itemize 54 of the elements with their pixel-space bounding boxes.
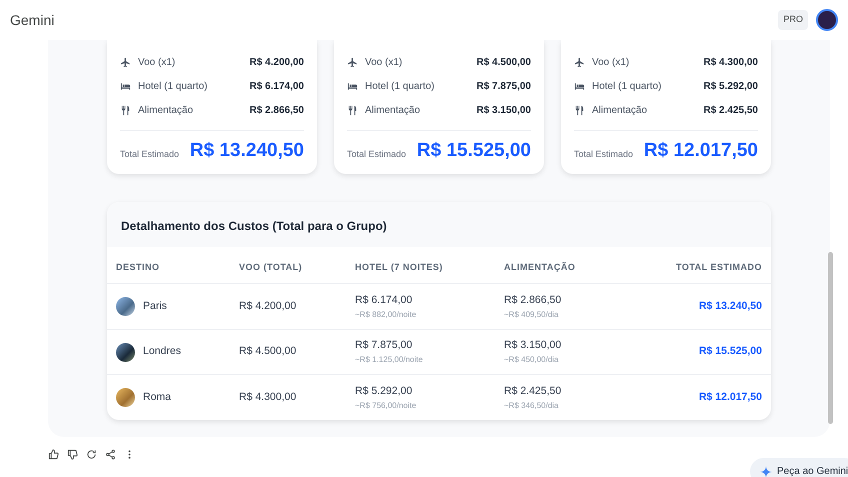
table-cell-text: R$ 2.425,50 — [504, 384, 562, 399]
total-cell-text: R$ 15.525,00 — [698, 344, 762, 360]
cost-value: R$ 3.150,00 — [476, 104, 531, 118]
cost-value: R$ 6.174,00 — [250, 80, 304, 94]
per-day-note: ~R$ 346,50/dia — [504, 400, 560, 412]
column-header: DESTINO — [116, 260, 161, 274]
table-cell-text: R$ 5.292,00 — [355, 384, 414, 399]
table-cell-text: R$ 3.150,00 — [504, 338, 562, 354]
cost-value: R$ 4.200,00 — [250, 56, 304, 70]
cost-label: Voo (x1) — [365, 56, 404, 70]
total-label: Total Estimado — [120, 148, 180, 162]
total-value: R$ 13.240,50 — [190, 141, 304, 162]
cost-value: R$ 4.300,00 — [704, 56, 758, 70]
cost-label: Hotel (1 quarto) — [138, 80, 208, 94]
cost-label: Voo (x1) — [592, 56, 630, 70]
total-cell-text: R$ 12.017,50 — [698, 390, 762, 405]
table-cell-text: R$ 2.866,50 — [504, 292, 562, 308]
column-header: ALIMENTAÇÃO — [504, 260, 576, 274]
table-cell-text: R$ 4.500,00 — [239, 344, 298, 360]
cost-value: R$ 4.500,00 — [476, 56, 531, 70]
cost-value: R$ 2.425,50 — [704, 104, 758, 118]
total-label: Total Estimado — [347, 148, 406, 162]
cost-label: Alimentação — [365, 104, 422, 118]
cost-value: R$ 5.292,00 — [704, 80, 758, 94]
cost-value: R$ 2.866,50 — [250, 104, 304, 118]
total-value: R$ 15.525,00 — [416, 141, 531, 162]
ask-gemini-button[interactable]: Peça ao Gemini — [750, 458, 848, 477]
cost-label: Alimentação — [592, 104, 648, 118]
table-cell-text: R$ 6.174,00 — [355, 292, 414, 308]
per-night-note: ~R$ 1.125,00/noite — [355, 354, 424, 366]
table-cell-text: R$ 4.200,00 — [239, 298, 298, 314]
column-header: HOTEL (7 NOITES) — [355, 260, 444, 274]
per-day-note: ~R$ 450,00/dia — [504, 354, 560, 366]
cost-label: Voo (x1) — [138, 56, 176, 70]
cost-value: R$ 7.875,00 — [476, 80, 531, 94]
column-header: TOTAL ESTIMADO — [674, 260, 762, 274]
per-day-note: ~R$ 409,50/dia — [504, 308, 560, 321]
column-header: VOO (TOTAL) — [239, 260, 304, 274]
total-value: R$ 12.017,50 — [644, 141, 758, 162]
destination-name: Roma — [143, 390, 172, 405]
destination-name: Londres — [143, 344, 181, 360]
table-cell-text: R$ 7.875,00 — [355, 338, 414, 354]
cost-label: Hotel (1 quarto) — [592, 80, 662, 94]
table-title: Detalhamento dos Custos (Total para o Grupo) — [107, 202, 771, 247]
total-label: Total Estimado — [574, 148, 634, 162]
cost-label: Alimentação — [138, 104, 194, 118]
destination-name: Paris — [143, 298, 167, 314]
plan-label: PRO — [778, 10, 808, 30]
total-cell-text: R$ 13.240,50 — [698, 298, 762, 314]
cost-label: Hotel (1 quarto) — [365, 80, 436, 94]
table-cell-text: R$ 4.300,00 — [239, 390, 298, 405]
per-night-note: ~R$ 882,00/noite — [355, 308, 418, 321]
app-title: Gemini — [10, 10, 54, 30]
per-night-note: ~R$ 756,00/noite — [355, 400, 418, 412]
